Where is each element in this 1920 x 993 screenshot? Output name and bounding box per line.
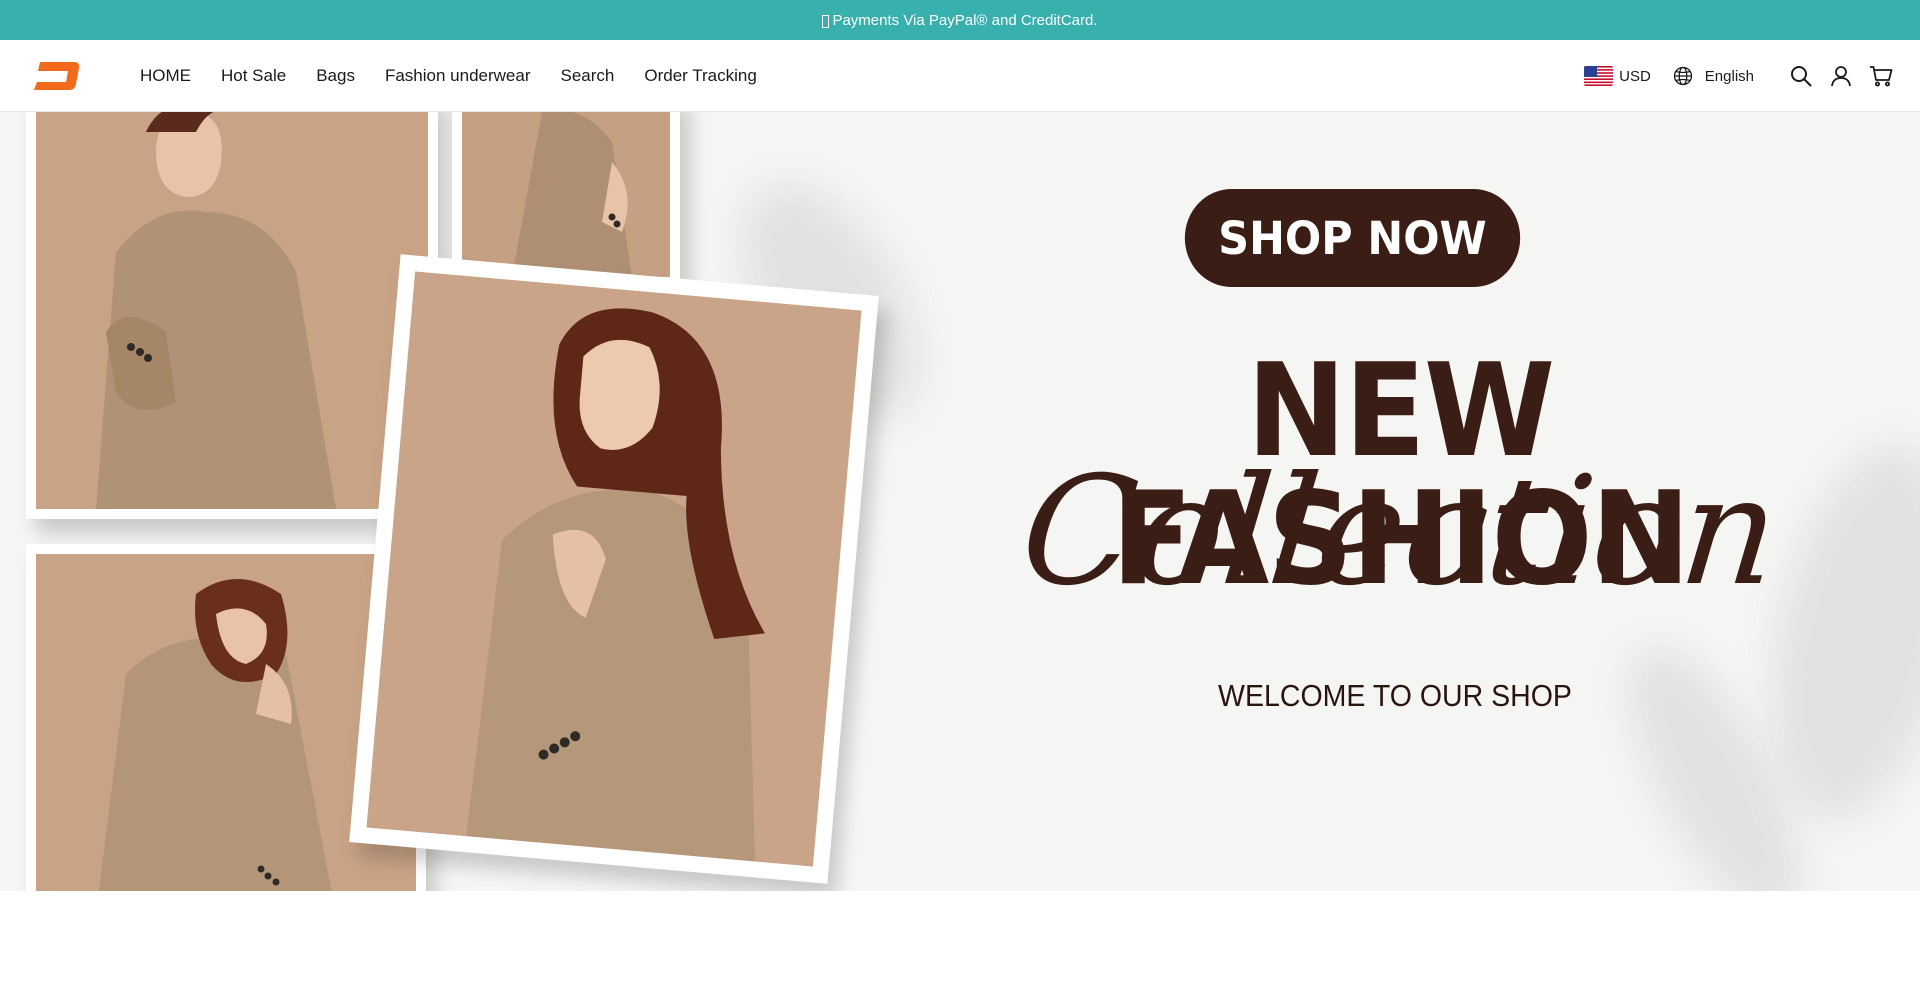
nav-item-hot-sale[interactable]: Hot Sale: [221, 66, 286, 86]
cart-icon[interactable]: [1868, 63, 1894, 89]
us-flag-icon: [1584, 66, 1614, 86]
announcement-bar: Payments Via PayPal® and CreditCard.: [0, 0, 1920, 40]
nav-item-order-tracking[interactable]: Order Tracking: [644, 66, 756, 86]
search-icon[interactable]: [1788, 63, 1814, 89]
hero-tagline: WELCOME TO OUR SHOP: [1218, 678, 1572, 713]
brand-logo-icon[interactable]: [30, 58, 82, 94]
model-photo-featured: [349, 254, 879, 884]
site-header: HOME Hot Sale Bags Fashion underwear Sea…: [0, 40, 1920, 112]
user-icon[interactable]: [1828, 63, 1854, 89]
announcement-text: Payments Via PayPal® and CreditCard.: [832, 11, 1098, 29]
language-label: English: [1704, 67, 1754, 85]
currency-selector[interactable]: USD: [1584, 66, 1651, 86]
language-selector[interactable]: English: [1673, 66, 1754, 86]
nav-item-bags[interactable]: Bags: [316, 66, 355, 86]
nav-item-home[interactable]: HOME: [140, 66, 191, 86]
missing-glyph-icon: [822, 14, 830, 28]
nav-item-search[interactable]: Search: [560, 66, 614, 86]
nav-item-fashion-underwear[interactable]: Fashion underwear: [385, 66, 531, 86]
header-tools: USD English: [1584, 40, 1894, 112]
hero-banner: SHOP NOW NEW FASHION Collection WELCOME …: [0, 112, 1920, 891]
currency-label: USD: [1619, 67, 1651, 85]
shop-now-button[interactable]: SHOP NOW: [1184, 189, 1521, 287]
hero-script-title: Collection: [1014, 445, 1786, 619]
model-photo-top-left: [26, 112, 438, 519]
globe-icon: [1673, 66, 1692, 86]
main-navigation: HOME Hot Sale Bags Fashion underwear Sea…: [140, 40, 787, 112]
